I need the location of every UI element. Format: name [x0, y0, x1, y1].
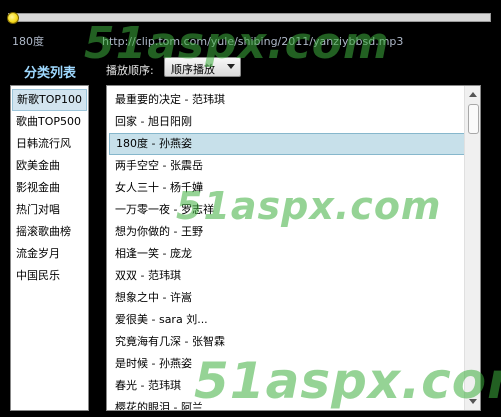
scroll-down-arrow-icon[interactable]	[465, 394, 480, 409]
song-list-item[interactable]: 女人三十 - 杨千嬅	[109, 177, 465, 199]
song-list-item[interactable]: 180度 - 孙燕姿	[109, 133, 465, 155]
scrollbar-thumb[interactable]	[468, 104, 479, 134]
song-list-item[interactable]: 春光 - 范玮琪	[109, 375, 465, 397]
category-item[interactable]: 日韩流行风	[12, 133, 87, 155]
now-playing-title: 180度	[12, 35, 44, 48]
song-list-item[interactable]: 一万零一夜 - 罗志祥	[109, 199, 465, 221]
song-list-item[interactable]: 最重要的决定 - 范玮琪	[109, 89, 465, 111]
scroll-up-arrow-icon[interactable]	[465, 87, 480, 102]
category-item[interactable]: 新歌TOP100	[12, 89, 87, 111]
chevron-down-icon	[227, 64, 235, 69]
song-list-scrollbar[interactable]	[464, 86, 480, 410]
play-order-label: 播放顺序:	[106, 64, 154, 77]
song-list-item[interactable]: 樱花的眼泪 - 阿兰	[109, 397, 465, 410]
category-item[interactable]: 流金岁月	[12, 243, 87, 265]
playback-progress-bar[interactable]	[8, 13, 491, 22]
song-list-item[interactable]: 相逢一笑 - 庞龙	[109, 243, 465, 265]
song-list-item[interactable]: 想为你做的 - 王野	[109, 221, 465, 243]
play-order-select[interactable]: 顺序播放	[164, 57, 241, 77]
song-list-item[interactable]: 是时候 - 孙燕姿	[109, 353, 465, 375]
category-item[interactable]: 中国民乐	[12, 265, 87, 287]
song-list-item[interactable]: 爱很美 - sara 刘...	[109, 309, 465, 331]
song-list-item[interactable]: 想象之中 - 许嵩	[109, 287, 465, 309]
category-item[interactable]: 热门对唱	[12, 199, 87, 221]
play-order-value: 顺序播放	[171, 63, 215, 76]
song-list-item[interactable]: 回家 - 旭日阳刚	[109, 111, 465, 133]
category-item[interactable]: 摇滚歌曲榜	[12, 221, 87, 243]
now-playing-url: http://clip.tom.com/yule/shibing/2011/ya…	[102, 35, 404, 48]
song-list-item[interactable]: 究竟海有几深 - 张智霖	[109, 331, 465, 353]
category-item[interactable]: 歌曲TOP500	[12, 111, 87, 133]
category-list-title: 分类列表	[24, 66, 77, 81]
now-playing-status: 180度 http://clip.tom.com/yule/shibing/201…	[12, 33, 403, 49]
song-list[interactable]: 最重要的决定 - 范玮琪 回家 - 旭日阳刚 180度 - 孙燕姿 两手空空 - 张震…	[106, 85, 481, 411]
progress-thumb[interactable]	[7, 12, 19, 24]
song-list-item[interactable]: 两手空空 - 张震岳	[109, 155, 465, 177]
category-item[interactable]: 影视金曲	[12, 177, 87, 199]
category-item[interactable]: 欧美金曲	[12, 155, 87, 177]
category-list[interactable]: 新歌TOP100 歌曲TOP500 日韩流行风 欧美金曲 影视金曲 热门对唱 摇滚歌曲榜 流金…	[10, 85, 89, 411]
song-list-item[interactable]: 双双 - 范玮琪	[109, 265, 465, 287]
